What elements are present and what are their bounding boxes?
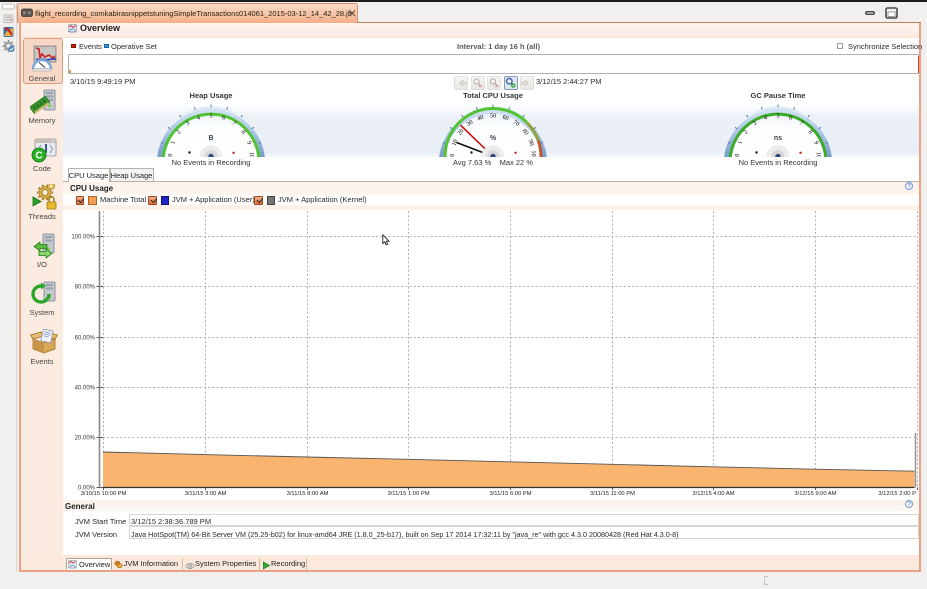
svg-text:3/11/15 3:00 AM: 3/11/15 3:00 AM — [185, 491, 227, 497]
svg-text:%: % — [490, 135, 497, 142]
svg-text:100: 100 — [530, 150, 537, 157]
svg-text:3/11/15 8:00 AM: 3/11/15 8:00 AM — [287, 491, 329, 497]
svg-text:80.00%: 80.00% — [75, 285, 96, 291]
svg-text:5: 5 — [209, 113, 212, 120]
svg-text:40.00%: 40.00% — [75, 386, 96, 392]
svg-text:100.00%: 100.00% — [71, 235, 95, 241]
svg-text:20.00%: 20.00% — [75, 436, 96, 442]
svg-text:ns: ns — [774, 135, 782, 142]
svg-text:3/10/15 10:00 PM: 3/10/15 10:00 PM — [81, 491, 127, 497]
svg-text:3/12/15 4:00 AM: 3/12/15 4:00 AM — [692, 491, 734, 497]
svg-text:3/12/15 9:00 AM: 3/12/15 9:00 AM — [794, 491, 836, 497]
svg-text:B: B — [208, 135, 213, 142]
svg-text:60.00%: 60.00% — [75, 336, 96, 342]
svg-text:0: 0 — [167, 153, 174, 156]
svg-text:50: 50 — [490, 113, 496, 120]
svg-text:10: 10 — [248, 152, 255, 157]
svg-text:0: 0 — [449, 153, 456, 156]
svg-text:3/11/15 6:00 PM: 3/11/15 6:00 PM — [489, 491, 531, 497]
svg-text:3/11/15 1:00 PM: 3/11/15 1:00 PM — [387, 491, 429, 497]
svg-text:C: C — [35, 151, 42, 162]
svg-text:5: 5 — [776, 113, 779, 120]
svg-text:10: 10 — [815, 152, 822, 157]
svg-text:0: 0 — [734, 153, 741, 156]
svg-text:3/11/15 11:00 PM: 3/11/15 11:00 PM — [590, 491, 635, 497]
svg-text:3/12/15 2:00 P: 3/12/15 2:00 P — [878, 491, 916, 497]
